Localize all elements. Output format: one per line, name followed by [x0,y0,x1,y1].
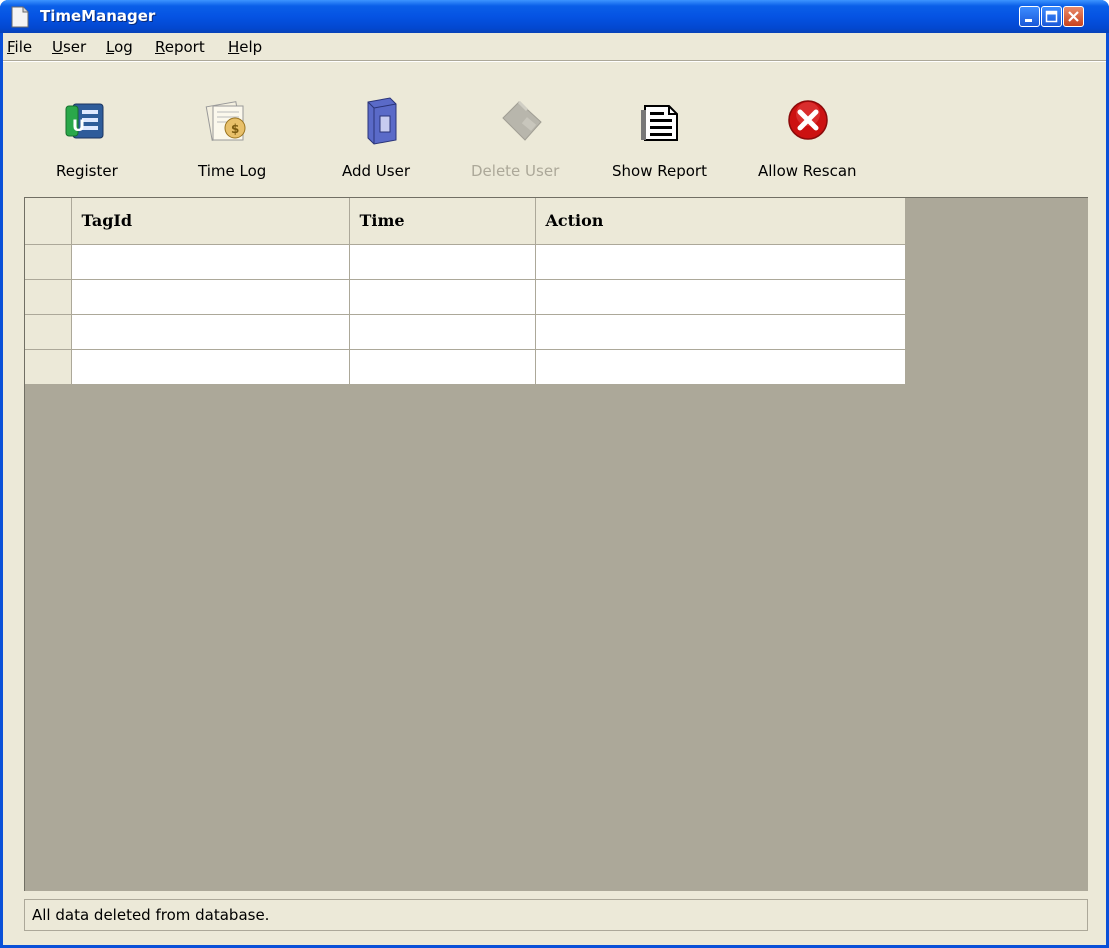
allow-rescan-label: Allow Rescan [758,162,857,180]
document-icon [11,6,29,28]
register-card-icon: U [65,103,104,139]
cell-time[interactable] [349,244,536,280]
column-header-tagid[interactable]: TagId [71,198,350,245]
row-header[interactable] [25,349,72,385]
grid-corner-header[interactable] [25,198,72,245]
show-report-label: Show Report [612,162,707,180]
menu-file[interactable]: File [7,38,32,56]
main-window: TimeManager File User Log Report Help U … [0,0,1109,948]
maximize-icon [1045,10,1058,23]
table-row[interactable] [25,279,906,315]
register-label: Register [56,162,118,180]
time-log-label: Time Log [198,162,267,180]
menu-bar: File User Log Report Help [3,33,1106,60]
add-user-book-icon [367,97,397,145]
add-user-label: Add User [342,162,410,180]
window-title: TimeManager [40,7,156,25]
cell-tagid[interactable] [71,279,350,315]
cell-action[interactable] [535,244,906,280]
register-button[interactable]: U Register [39,96,139,186]
cell-time[interactable] [349,314,536,350]
delete-user-icon [502,100,542,141]
time-log-button[interactable]: $ Time Log [175,96,275,186]
title-bar[interactable]: TimeManager [0,0,1109,33]
table-row[interactable] [25,244,906,280]
menu-log[interactable]: Log [106,38,133,56]
delete-user-label: Delete User [471,162,560,180]
allow-rescan-button[interactable]: Allow Rescan [756,96,876,186]
cell-action[interactable] [535,349,906,385]
status-text: All data deleted from database. [32,906,270,924]
show-report-button[interactable]: Show Report [609,96,729,186]
row-header[interactable] [25,314,72,350]
minimize-icon [1025,19,1032,22]
row-header[interactable] [25,279,72,315]
row-header[interactable] [25,244,72,280]
table-row[interactable] [25,349,906,385]
cell-action[interactable] [535,279,906,315]
status-bar: All data deleted from database. [24,899,1088,931]
delete-user-button[interactable]: Delete User [469,96,579,186]
menu-user[interactable]: User [52,38,86,56]
menu-report[interactable]: Report [155,38,205,56]
column-header-action[interactable]: Action [535,198,906,245]
cell-time[interactable] [349,279,536,315]
add-user-button[interactable]: Add User [336,96,436,186]
cell-tagid[interactable] [71,244,350,280]
svg-text:$: $ [231,122,239,136]
cell-time[interactable] [349,349,536,385]
close-button[interactable] [1063,6,1084,27]
red-x-icon [788,100,828,140]
menu-separator [3,60,1106,62]
time-log-table: TagId Time Action [25,198,906,385]
minimize-button[interactable] [1019,6,1040,27]
column-header-time[interactable]: Time [349,198,536,245]
cell-tagid[interactable] [71,314,350,350]
menu-help[interactable]: Help [228,38,262,56]
cell-action[interactable] [535,314,906,350]
data-grid[interactable]: TagId Time Action [24,197,1088,891]
cell-tagid[interactable] [71,349,350,385]
time-log-icon: $ [205,101,246,141]
report-document-icon [641,105,678,141]
maximize-button[interactable] [1041,6,1062,27]
table-row[interactable] [25,314,906,350]
svg-text:U: U [72,116,85,135]
close-icon [1068,11,1079,22]
